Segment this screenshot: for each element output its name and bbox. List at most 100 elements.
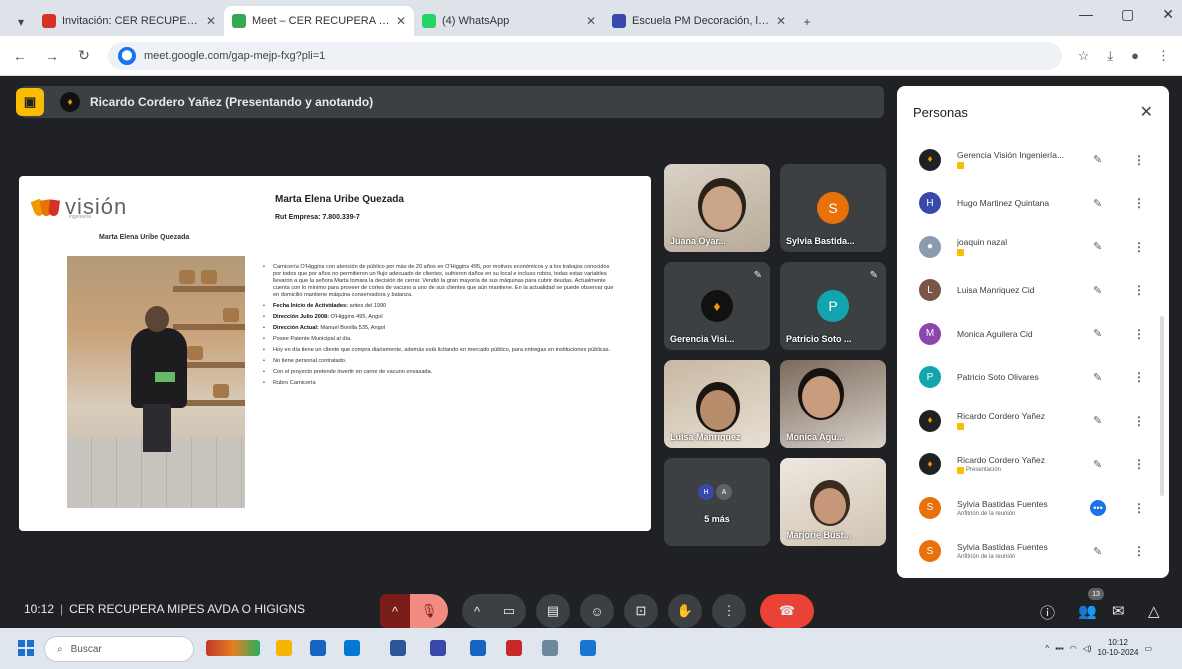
tab-search-icon[interactable]: ▾ xyxy=(8,8,34,36)
mic-muted-icon[interactable]: ✎ xyxy=(1093,371,1102,384)
bookmark-star-icon[interactable]: ☆ xyxy=(1078,48,1090,64)
site-info-icon[interactable]: ⬤ xyxy=(118,46,136,65)
minimize-icon[interactable]: — xyxy=(1079,6,1093,23)
close-tab-icon[interactable]: ✕ xyxy=(396,14,406,28)
app-icon-3[interactable] xyxy=(470,640,486,656)
participant-name: Gerencia Visión Ingeniería... xyxy=(957,150,1065,161)
participant-more-icon[interactable]: ⋮ xyxy=(1133,457,1145,471)
captions-button[interactable]: ▤ xyxy=(536,594,570,628)
present-button[interactable]: ⊡ xyxy=(624,594,658,628)
volume-icon[interactable]: ◁) xyxy=(1083,644,1092,653)
tray-clock[interactable]: 10:12 10-10-2024 xyxy=(1098,638,1139,658)
browser-tab-2[interactable]: (4) WhatsApp ✕ xyxy=(414,6,604,36)
mic-toggle-button[interactable]: 🎙 xyxy=(410,594,448,628)
raise-hand-button[interactable]: ✋ xyxy=(668,594,702,628)
taskbar-search[interactable]: ⌕ Buscar xyxy=(44,636,194,662)
app-icon[interactable] xyxy=(310,640,326,656)
new-tab-icon[interactable]: + xyxy=(794,8,820,36)
mic-muted-icon[interactable]: ✎ xyxy=(1093,197,1102,210)
browser-tab-0[interactable]: Invitación: CER RECUPERA MIP... ✕ xyxy=(34,6,224,36)
chat-icon[interactable]: ✉ xyxy=(1112,602,1125,620)
mic-options-button[interactable]: ^ xyxy=(380,594,410,628)
participant-more-icon[interactable]: ⋮ xyxy=(1133,153,1145,167)
forward-icon[interactable]: → xyxy=(44,48,60,64)
participant-tile[interactable]: S Sylvia Bastida... xyxy=(780,164,886,252)
browser-tab-1[interactable]: Meet – CER RECUPERA MIP... ✕ xyxy=(224,6,414,36)
url-field[interactable]: ⬤ meet.google.com/gap-mejp-fxg?pli=1 xyxy=(108,41,1062,70)
participant-row[interactable]: P Patricio Soto Olivares ✎ ⋮ xyxy=(897,356,1159,400)
participant-name: Hugo Martinez Quintana xyxy=(957,198,1050,209)
participant-more-icon[interactable]: ⋮ xyxy=(1133,501,1145,515)
slide-bullet: Hoy en día tiene un cliente que compra d… xyxy=(263,347,615,354)
maximize-icon[interactable]: ▢ xyxy=(1121,6,1134,23)
back-icon[interactable]: ← xyxy=(12,48,28,64)
close-panel-icon[interactable]: ✕ xyxy=(1140,102,1153,122)
menu-kebab-icon[interactable]: ⋮ xyxy=(1157,48,1170,64)
more-options-button[interactable]: ⋮ xyxy=(712,594,746,628)
participant-tile[interactable]: ♦ ✎ Gerencia Visi... xyxy=(664,262,770,350)
meeting-details-icon[interactable]: ⓘ xyxy=(1040,602,1055,623)
people-icon[interactable]: 👥 xyxy=(1078,602,1097,620)
windows-start-icon[interactable] xyxy=(18,640,34,656)
profile-icon[interactable]: ● xyxy=(1131,48,1139,64)
participant-tile[interactable]: P ✎ Patricio Soto ... xyxy=(780,262,886,350)
outlook-icon[interactable] xyxy=(344,640,360,656)
participant-more-icon[interactable]: ⋮ xyxy=(1133,370,1145,384)
reactions-button[interactable]: ☺ xyxy=(580,594,614,628)
mic-muted-icon[interactable]: ✎ xyxy=(1093,284,1102,297)
participant-tile[interactable]: Juana Oyar... xyxy=(664,164,770,252)
participant-more-icon[interactable]: ⋮ xyxy=(1133,544,1145,558)
close-tab-icon[interactable]: ✕ xyxy=(206,14,216,28)
close-window-icon[interactable]: ✕ xyxy=(1162,6,1174,23)
wifi-icon[interactable]: ◠ xyxy=(1070,644,1077,653)
download-icon[interactable]: ⤓ xyxy=(1107,48,1113,64)
participant-more-icon[interactable]: ⋮ xyxy=(1133,196,1145,210)
mic-muted-icon[interactable]: ✎ xyxy=(1093,240,1102,253)
participant-row[interactable]: S Sylvia Bastidas Fuentes Anfitrión de la … xyxy=(897,486,1159,530)
participant-tile[interactable]: Luisa Manriquez xyxy=(664,360,770,448)
participant-row[interactable]: L Luisa Manriquez Cid ✎ ⋮ xyxy=(897,269,1159,313)
mic-muted-icon[interactable]: ✎ xyxy=(1093,458,1102,471)
participant-more-icon[interactable]: ⋮ xyxy=(1133,283,1145,297)
vision-logo-avatar: ♦ xyxy=(919,148,941,171)
camera-options-button[interactable]: ^ xyxy=(462,594,492,628)
activities-shapes-icon[interactable]: △ xyxy=(1148,602,1160,620)
file-explorer-icon[interactable] xyxy=(276,640,292,656)
mic-muted-icon[interactable]: ✎ xyxy=(1093,414,1102,427)
close-tab-icon[interactable]: ✕ xyxy=(776,14,786,28)
participant-tile[interactable]: HA 5 más xyxy=(664,458,770,546)
mic-muted-icon[interactable]: ✎ xyxy=(1093,545,1102,558)
participant-row[interactable]: ♦ Ricardo Cordero Yañez Presentación ✎ ⋮ xyxy=(897,443,1159,487)
participant-more-icon[interactable]: ⋮ xyxy=(1133,240,1145,254)
participant-list-scrollbar[interactable] xyxy=(1160,316,1164,496)
participant-row[interactable]: S Sylvia Bastidas Fuentes Anfitrión de la … xyxy=(897,530,1159,574)
browser-tab-3[interactable]: Escuela PM Decoración, la vent... ✕ xyxy=(604,6,794,36)
chevron-up-icon: ^ xyxy=(473,603,481,619)
leave-call-button[interactable]: ☎ xyxy=(760,594,814,628)
camera-toggle-button[interactable]: ▭ xyxy=(492,594,526,628)
participant-row[interactable]: H Hugo Martinez Quintana ✎ ⋮ xyxy=(897,182,1159,226)
word-icon[interactable] xyxy=(390,640,406,656)
notifications-icon[interactable]: ▭ xyxy=(1144,644,1152,653)
participant-row[interactable]: M Monica Aguilera Cid ✎ ⋮ xyxy=(897,312,1159,356)
participant-tile[interactable]: Marjorie Bust... xyxy=(780,458,886,546)
acrobat-icon[interactable] xyxy=(506,640,522,656)
participant-row[interactable]: ♦ Gerencia Visión Ingeniería... ✎ ⋮ xyxy=(897,138,1159,182)
mic-muted-icon[interactable]: ✎ xyxy=(1093,153,1102,166)
close-tab-icon[interactable]: ✕ xyxy=(586,14,596,28)
app-icon-4[interactable] xyxy=(580,640,596,656)
app-icon-2[interactable] xyxy=(430,640,446,656)
tray-app-icon[interactable]: ▪▪▪ xyxy=(1055,644,1064,653)
tray-chevron-icon[interactable]: ^ xyxy=(1045,644,1049,653)
tab-favicon-icon xyxy=(612,14,626,28)
participant-row[interactable]: ♦ Ricardo Cordero Yañez ✎ ⋮ xyxy=(897,399,1159,443)
reload-icon[interactable]: ↻ xyxy=(76,47,92,64)
activities-icon[interactable]: ▣ xyxy=(16,88,44,116)
chrome-icon[interactable] xyxy=(542,640,558,656)
mic-muted-icon[interactable]: ✎ xyxy=(1093,327,1102,340)
widgets-icon[interactable] xyxy=(206,640,260,656)
participant-row[interactable]: ● joaquin nazal ✎ ⋮ xyxy=(897,225,1159,269)
participant-tile[interactable]: Monica Agu... xyxy=(780,360,886,448)
participant-more-icon[interactable]: ⋮ xyxy=(1133,414,1145,428)
participant-more-icon[interactable]: ⋮ xyxy=(1133,327,1145,341)
